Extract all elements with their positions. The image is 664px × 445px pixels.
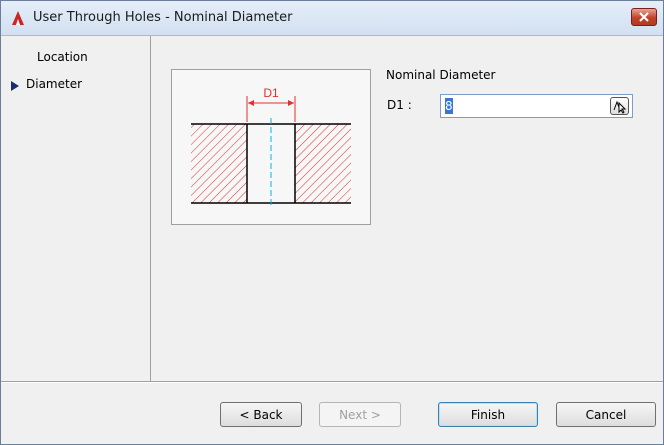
d1-dimension-label: D1 bbox=[263, 86, 279, 100]
hole-diagram: D1 bbox=[171, 69, 371, 225]
active-arrow-icon bbox=[11, 81, 19, 91]
pick-cursor-icon bbox=[613, 100, 627, 114]
dialog-window: User Through Holes - Nominal Diameter Lo… bbox=[0, 0, 664, 445]
d1-label: D1 : bbox=[387, 98, 412, 112]
nominal-diameter-heading: Nominal Diameter bbox=[386, 68, 496, 82]
back-button[interactable]: < Back bbox=[220, 402, 302, 427]
d1-value[interactable]: 8 bbox=[445, 98, 453, 114]
footer-separator bbox=[1, 381, 663, 383]
close-button[interactable] bbox=[631, 8, 657, 26]
finish-button[interactable]: Finish bbox=[438, 402, 538, 427]
close-icon bbox=[639, 12, 649, 22]
cancel-button[interactable]: Cancel bbox=[556, 402, 656, 427]
pick-point-button[interactable] bbox=[610, 97, 629, 115]
app-icon bbox=[12, 11, 24, 25]
d1-input-field[interactable]: 8 bbox=[440, 94, 633, 118]
sidebar-item-location[interactable]: Location bbox=[37, 50, 88, 64]
sidebar-item-diameter[interactable]: Diameter bbox=[26, 77, 82, 91]
wizard-sidebar: Location Diameter bbox=[1, 36, 151, 381]
window-title: User Through Holes - Nominal Diameter bbox=[33, 10, 293, 25]
next-button[interactable]: Next > bbox=[319, 402, 401, 427]
hole-diagram-drawing: D1 bbox=[191, 86, 351, 208]
title-bar[interactable]: User Through Holes - Nominal Diameter bbox=[1, 1, 663, 36]
